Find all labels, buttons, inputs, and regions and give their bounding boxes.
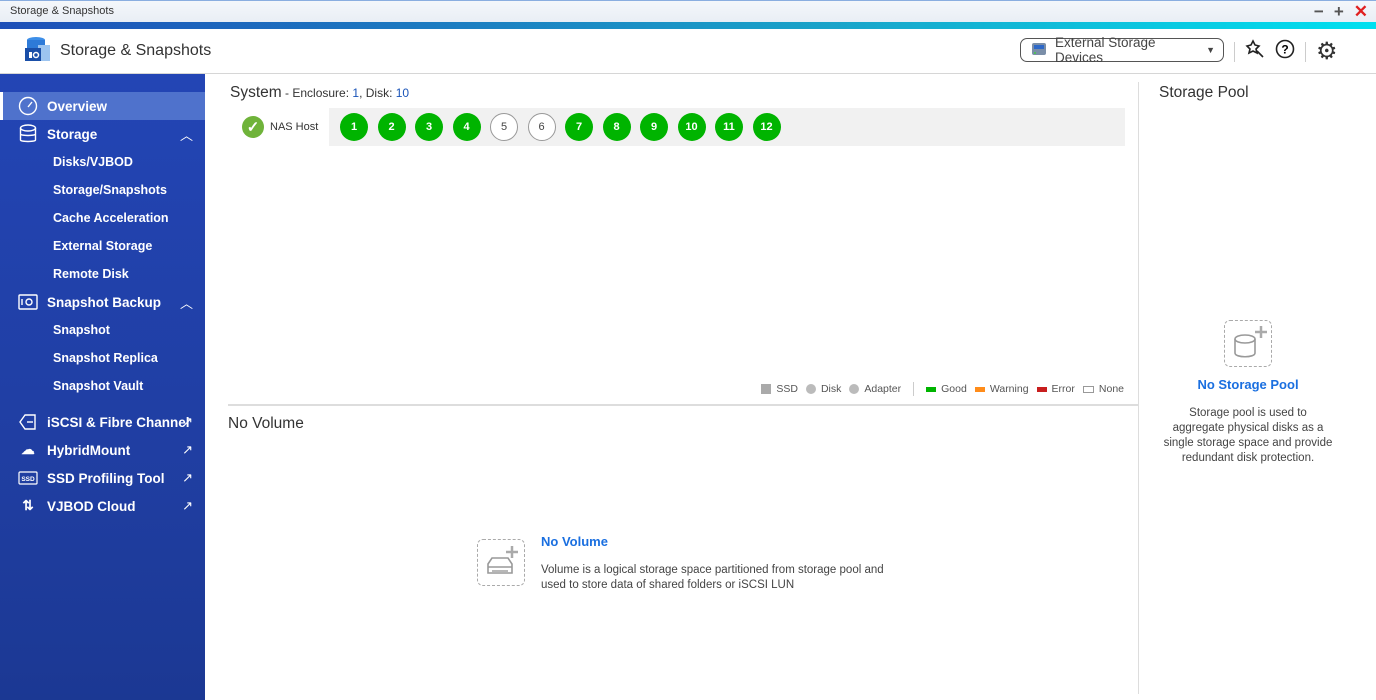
sidebar-item-storage-snapshots[interactable]: Storage/Snapshots: [0, 176, 205, 204]
accent-bar: [0, 22, 1376, 29]
legend-good: Good: [926, 383, 967, 395]
legend-adapter: Adapter: [849, 383, 901, 395]
add-storage-pool-icon[interactable]: [1224, 320, 1272, 367]
close-button[interactable]: ✕: [1354, 2, 1368, 22]
disk-slot-8[interactable]: 8: [602, 113, 631, 141]
sidebar-item-label: HybridMount: [47, 442, 131, 458]
disk-slot-5[interactable]: 5: [490, 113, 518, 141]
app-header: Storage & Snapshots External Storage Dev…: [0, 29, 1376, 74]
disk-slot-2[interactable]: 2: [377, 113, 406, 141]
sidebar-item-snapshot[interactable]: Snapshot: [0, 316, 205, 344]
sidebar-item-label: Storage: [47, 126, 98, 142]
chevron-up-icon[interactable]: ︿: [180, 125, 193, 144]
sidebar-item-external-storage[interactable]: External Storage: [0, 232, 205, 260]
maximize-button[interactable]: +: [1334, 2, 1344, 22]
minimize-button[interactable]: −: [1314, 2, 1324, 22]
vjbod-cloud-icon: ⇅: [22, 498, 34, 513]
sidebar-item-snapshot-replica[interactable]: Snapshot Replica: [0, 344, 205, 372]
iscsi-icon: [18, 413, 38, 431]
no-volume-link[interactable]: No Volume: [541, 534, 608, 549]
check-icon: ✓: [242, 116, 264, 138]
legend: SSD Disk Adapter Good Warning Error None: [761, 382, 1124, 396]
external-link-icon: ↗: [182, 498, 193, 513]
storage-pool-title: Storage Pool: [1159, 84, 1249, 101]
external-link-icon: ↗: [182, 470, 193, 485]
disk-slot-1[interactable]: 1: [340, 113, 368, 141]
dashboard-gauge-icon: [18, 96, 38, 116]
volume-section-title: No Volume: [228, 415, 304, 432]
legend-warning: Warning: [974, 383, 1029, 395]
sidebar-item-overview[interactable]: Overview: [0, 92, 205, 120]
disk-slot-4[interactable]: 4: [452, 113, 481, 141]
disk-slot-6[interactable]: 6: [527, 113, 556, 141]
nas-host[interactable]: ✓ NAS Host: [242, 116, 318, 138]
settings-gear-icon[interactable]: ⚙: [1316, 39, 1338, 63]
window-titlebar: Storage & Snapshots − + ✕: [0, 0, 1376, 22]
disk-slot-bar: 1 2 3 4 5 6 7 8 9 10 11 12: [329, 108, 1125, 146]
svg-text:SSD: SSD: [21, 476, 35, 483]
external-storage-devices-label: External Storage Devices: [1055, 35, 1156, 65]
sidebar-item-disks-vjbod[interactable]: Disks/VJBOD: [0, 148, 205, 176]
legend-disk: Disk: [805, 383, 841, 395]
disk-slot-10[interactable]: 10: [677, 113, 706, 141]
sidebar-item-snapshot-backup[interactable]: Snapshot Backup ︿: [0, 288, 205, 316]
add-volume-icon[interactable]: [477, 539, 525, 586]
external-link-icon: ↗: [182, 414, 193, 429]
system-title: System - Enclosure: 1, Disk: 10: [230, 84, 410, 101]
app-logo-icon: [24, 35, 52, 68]
help-icon[interactable]: ?: [1275, 39, 1295, 64]
ssd-icon: SSD: [18, 471, 38, 485]
external-drive-icon: [1031, 42, 1047, 59]
storage-pool-description: Storage pool is used to aggregate physic…: [1163, 407, 1333, 464]
sidebar-item-label: Overview: [47, 98, 108, 114]
no-volume-description: Volume is a logical storage space partit…: [541, 564, 884, 591]
sidebar-item-storage[interactable]: Storage ︿: [0, 120, 205, 148]
cloud-icon: ☁: [21, 442, 35, 457]
disk-slot-7[interactable]: 7: [565, 113, 593, 141]
svg-text:?: ?: [1281, 43, 1288, 57]
external-link-icon: ↗: [182, 442, 193, 457]
sidebar-item-ssd-profiling-tool[interactable]: SSD SSD Profiling Tool ↗: [0, 464, 205, 492]
sidebar-item-label: VJBOD Cloud: [47, 498, 136, 514]
legend-error: Error: [1036, 383, 1075, 395]
sidebar-item-iscsi-fibre-channel[interactable]: iSCSI & Fibre Channel ↗: [0, 408, 205, 436]
app-title: Storage & Snapshots: [60, 42, 212, 59]
external-storage-devices-dropdown[interactable]: External Storage Devices ▼: [1020, 35, 1224, 65]
main-content: System - Enclosure: 1, Disk: 10 ✓ NAS Hos…: [205, 74, 1139, 700]
sidebar-item-remote-disk[interactable]: Remote Disk: [0, 260, 205, 288]
window-title: Storage & Snapshots: [10, 5, 114, 17]
database-icon: [18, 124, 38, 144]
sidebar-item-label: Snapshot Backup: [47, 294, 162, 310]
sidebar-item-hybridmount[interactable]: ☁ HybridMount ↗: [0, 436, 205, 464]
caret-down-icon: ▼: [1206, 45, 1215, 55]
sidebar: Overview Storage ︿ Disks/VJBOD Storage/Sn…: [0, 74, 205, 700]
nas-host-label: NAS Host: [270, 121, 319, 133]
magic-wand-icon[interactable]: [1245, 39, 1265, 64]
divider: [1234, 41, 1235, 62]
section-divider: [228, 404, 1139, 406]
sidebar-item-label: SSD Profiling Tool: [47, 470, 165, 486]
sidebar-item-label: iSCSI & Fibre Channel: [47, 414, 190, 430]
storage-pool-panel: Storage Pool No Storage Pool Storage poo…: [1138, 82, 1376, 694]
disk-slot-12[interactable]: 12: [752, 113, 781, 141]
disk-slot-9[interactable]: 9: [640, 113, 668, 141]
chevron-up-icon[interactable]: ︿: [180, 293, 193, 312]
disk-slot-3[interactable]: 3: [415, 113, 443, 141]
snapshot-camera-icon: [18, 294, 38, 310]
legend-ssd: SSD: [761, 383, 798, 395]
sidebar-item-snapshot-vault[interactable]: Snapshot Vault: [0, 372, 205, 400]
legend-none: None: [1082, 383, 1124, 395]
divider: [1305, 41, 1306, 62]
sidebar-item-vjbod-cloud[interactable]: ⇅ VJBOD Cloud ↗: [0, 492, 205, 520]
no-storage-pool-link[interactable]: No Storage Pool: [1139, 377, 1357, 392]
sidebar-item-cache-acceleration[interactable]: Cache Acceleration: [0, 204, 205, 232]
disk-slot-11[interactable]: 11: [715, 113, 743, 141]
